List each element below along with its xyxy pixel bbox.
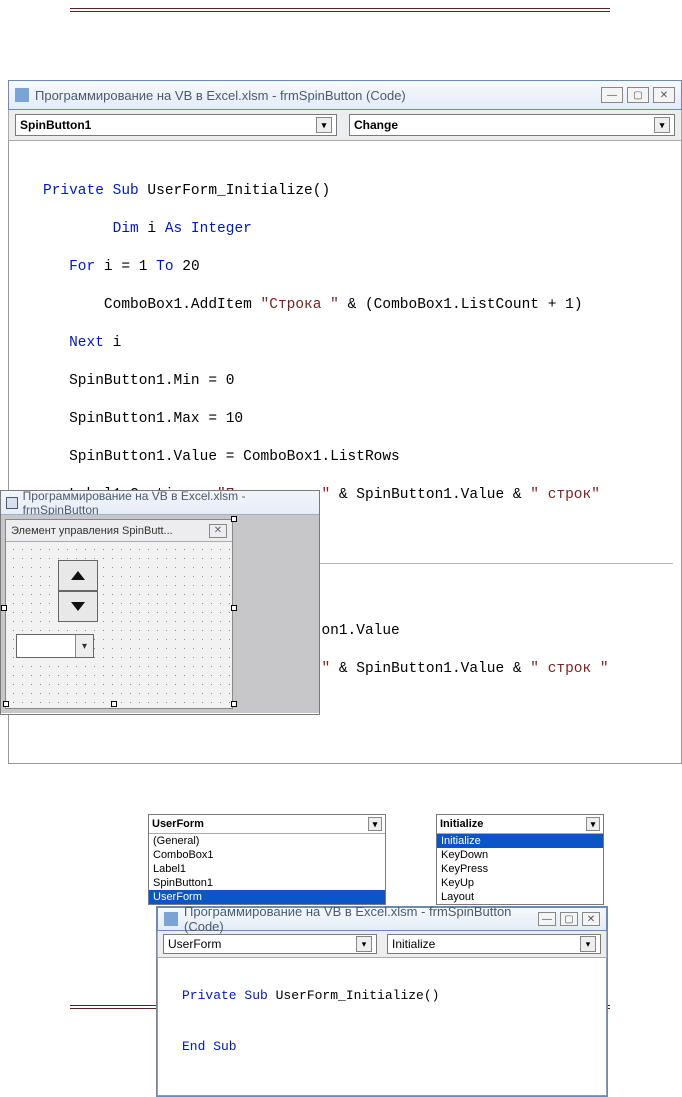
close-icon[interactable]: ✕: [209, 524, 227, 538]
procedure-combo[interactable]: Initialize ▾: [387, 934, 601, 954]
chevron-down-icon[interactable]: ▾: [356, 936, 372, 952]
app-icon: [164, 912, 178, 926]
object-dropdown[interactable]: UserForm ▾ (General) ComboBox1 Label1 Sp…: [148, 814, 386, 905]
selection-handle[interactable]: [3, 701, 9, 707]
list-item[interactable]: Layout: [437, 890, 603, 904]
form-body[interactable]: ▾: [6, 542, 232, 708]
titlebar[interactable]: Программирование на VB в Excel.xlsm - fr…: [8, 80, 682, 110]
spin-up-icon[interactable]: [58, 560, 98, 591]
chevron-down-icon[interactable]: ▾: [586, 817, 600, 831]
procedure-dropdown[interactable]: Initialize ▾ Initialize KeyDown KeyPress…: [436, 814, 604, 905]
combobox-control[interactable]: ▾: [16, 634, 94, 658]
list-item[interactable]: (General): [149, 834, 385, 848]
designer-titlebar[interactable]: Программирование на VB в Excel.xlsm - fr…: [1, 491, 319, 515]
chevron-down-icon[interactable]: ▾: [654, 117, 670, 133]
code-editor[interactable]: Private Sub UserForm_Initialize() End Su…: [157, 958, 607, 1096]
object-dropdown-value: UserForm: [152, 818, 204, 830]
procedure-combo-value: Change: [354, 118, 398, 132]
selection-handle[interactable]: [231, 701, 237, 707]
form-designer-window: Программирование на VB в Excel.xlsm - fr…: [0, 490, 320, 715]
chevron-down-icon[interactable]: ▾: [75, 635, 93, 657]
chevron-down-icon[interactable]: ▾: [316, 117, 332, 133]
procedure-combo[interactable]: Change ▾: [349, 114, 675, 136]
userform[interactable]: Элемент управления SpinButt... ✕ ▾: [5, 519, 233, 709]
design-surface[interactable]: Элемент управления SpinButt... ✕ ▾: [1, 515, 319, 713]
minimize-button[interactable]: —: [601, 87, 623, 103]
list-item-selected[interactable]: Initialize: [437, 834, 603, 848]
selection-handle[interactable]: [231, 516, 237, 522]
list-item[interactable]: KeyUp: [437, 876, 603, 890]
list-item[interactable]: KeyDown: [437, 848, 603, 862]
window-title: Программирование на VB в Excel.xlsm - fr…: [35, 88, 601, 103]
object-combo-value: UserForm: [168, 937, 221, 951]
designer-title-text: Программирование на VB в Excel.xlsm - fr…: [23, 489, 314, 517]
designer-icon: [6, 497, 18, 509]
list-item-selected[interactable]: UserForm: [149, 890, 385, 904]
close-button[interactable]: ✕: [653, 87, 675, 103]
spin-down-icon[interactable]: [58, 591, 98, 622]
selection-handle[interactable]: [231, 605, 237, 611]
chevron-down-icon[interactable]: ▾: [580, 936, 596, 952]
code-window-mini: Программирование на VB в Excel.xlsm - fr…: [156, 906, 608, 1097]
list-item[interactable]: KeyPress: [437, 862, 603, 876]
object-combo[interactable]: UserForm ▾: [163, 934, 377, 954]
titlebar[interactable]: Программирование на VB в Excel.xlsm - fr…: [157, 907, 607, 931]
list-item[interactable]: Label1: [149, 862, 385, 876]
window-title: Программирование на VB в Excel.xlsm - fr…: [184, 904, 538, 934]
list-item[interactable]: ComboBox1: [149, 848, 385, 862]
object-combo-value: SpinButton1: [20, 118, 91, 132]
procedure-combo-value: Initialize: [392, 937, 435, 951]
maximize-button[interactable]: ▢: [560, 912, 578, 926]
app-icon: [15, 88, 29, 102]
minimize-button[interactable]: —: [538, 912, 556, 926]
selection-handle[interactable]: [1, 605, 7, 611]
close-button[interactable]: ✕: [582, 912, 600, 926]
procedure-dropdown-value: Initialize: [440, 818, 483, 830]
maximize-button[interactable]: ▢: [627, 87, 649, 103]
userform-caption: Элемент управления SpinButt...: [11, 525, 173, 537]
object-dropdown-list[interactable]: (General) ComboBox1 Label1 SpinButton1 U…: [149, 833, 385, 904]
object-combo[interactable]: SpinButton1 ▾: [15, 114, 337, 136]
list-item[interactable]: SpinButton1: [149, 876, 385, 890]
selection-handle[interactable]: [111, 701, 117, 707]
chevron-down-icon[interactable]: ▾: [368, 817, 382, 831]
spinbutton-control[interactable]: [58, 560, 98, 622]
procedure-dropdown-list[interactable]: Initialize KeyDown KeyPress KeyUp Layout: [437, 833, 603, 904]
